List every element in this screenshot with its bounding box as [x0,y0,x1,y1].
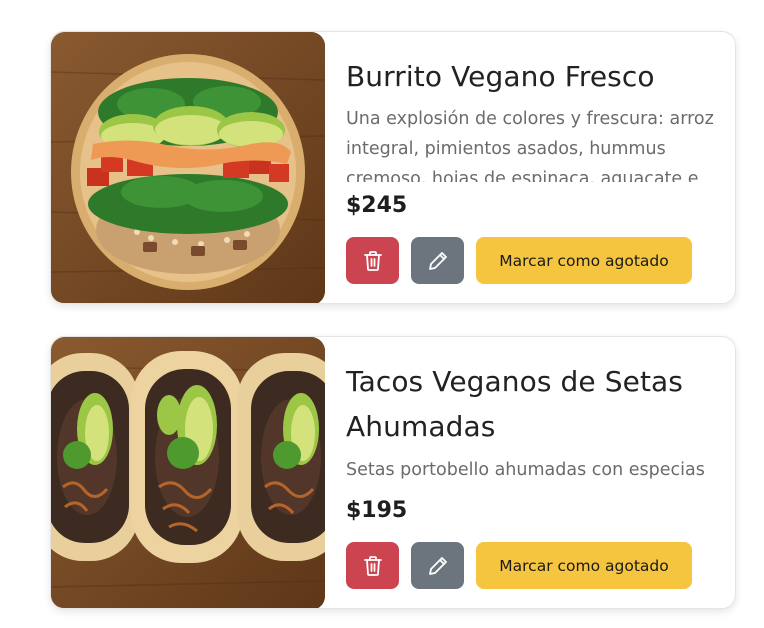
product-title: Burrito Vegano Fresco [346,60,655,93]
product-title: Tacos Veganos de Setas Ahumadas [346,365,683,443]
burrito-photo [51,32,325,303]
pencil-icon [428,251,447,270]
product-actions: Marcar como agotado [346,237,721,285]
product-description: Una explosión de colores y frescura: arr… [346,109,714,182]
product-info: Burrito Vegano Fresco Una explosión de c… [346,32,721,303]
pencil-icon [428,556,447,575]
delete-button[interactable] [346,542,399,589]
product-price: $245 [346,193,408,218]
product-actions: Marcar como agotado [346,542,721,590]
edit-button[interactable] [411,237,464,284]
trash-icon [363,250,382,271]
tacos-photo [51,337,325,608]
mark-sold-out-button[interactable]: Marcar como agotado [476,237,692,284]
product-card: Burrito Vegano Fresco Una explosión de c… [50,31,736,304]
edit-button[interactable] [411,542,464,589]
trash-icon [363,555,382,576]
product-list: Burrito Vegano Fresco Una explosión de c… [0,0,764,628]
delete-button[interactable] [346,237,399,284]
product-card: Tacos Veganos de Setas Ahumadas Setas po… [50,336,736,609]
mark-sold-out-button[interactable]: Marcar como agotado [476,542,692,589]
product-description: Setas portobello ahumadas con especias [346,460,705,480]
product-info: Tacos Veganos de Setas Ahumadas Setas po… [346,337,721,608]
product-price: $195 [346,498,408,523]
